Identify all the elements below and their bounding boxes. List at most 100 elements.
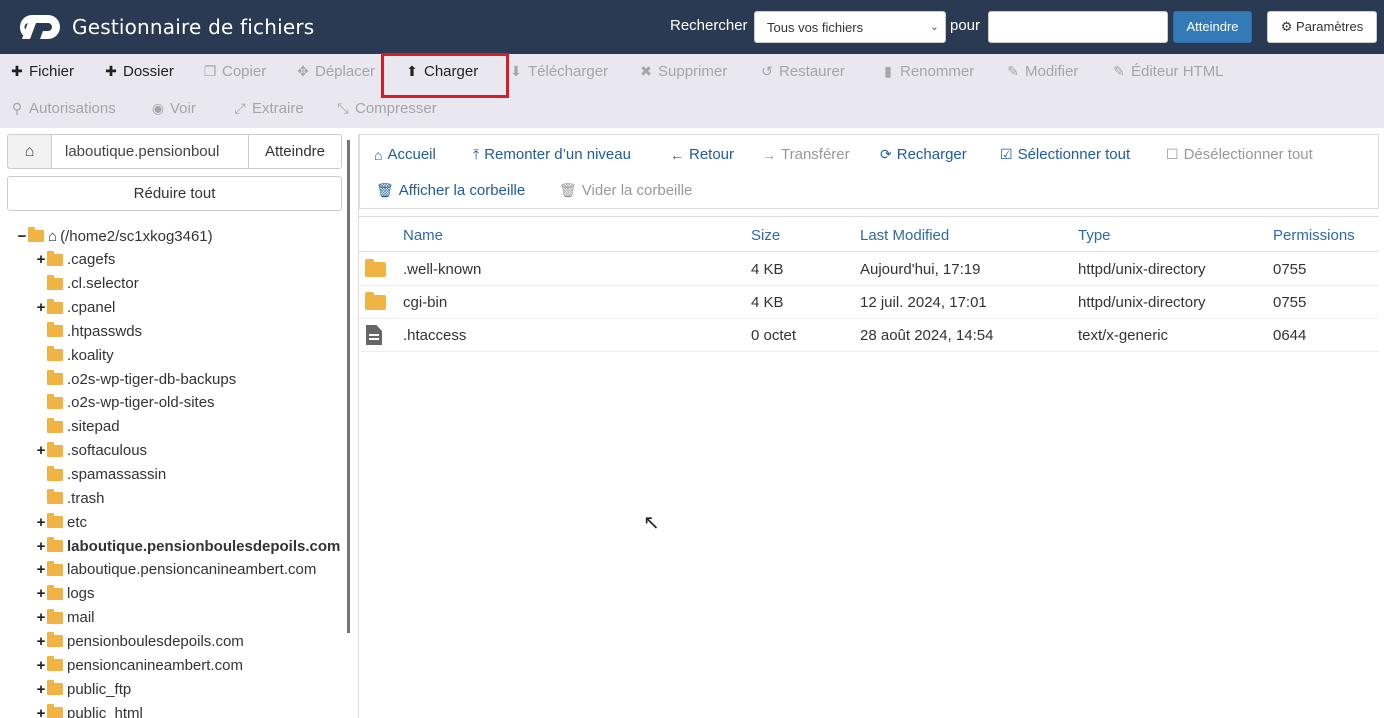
expand-icon[interactable]: + [35,705,47,718]
expand-icon[interactable]: + [35,251,47,268]
collapse-all-button[interactable]: Réduire tout [7,176,342,211]
expand-icon: ⤢ [234,100,246,116]
folder-icon [365,259,386,277]
tree-item[interactable]: + public_html [35,701,143,718]
file-permissions: 0644 [1273,327,1307,344]
expand-icon[interactable]: + [35,657,47,674]
table-row[interactable]: .well-known 4 KB Aujourd'hui, 17:19 http… [359,253,1379,286]
tree-item[interactable]: .htpasswds [35,319,142,343]
home-nav-button[interactable]: ⌂ Accueil [374,146,436,163]
move-button[interactable]: ✥ Déplacer [296,63,375,80]
file-permissions: 0755 [1273,261,1307,278]
tree-item[interactable]: .o2s-wp-tiger-db-backups [35,367,236,391]
search-go-button[interactable]: Atteindre [1173,11,1252,43]
new-file-button[interactable]: ✚ Fichier [10,63,74,80]
tree-item[interactable]: + laboutique.pensionboulesdepoils.com [35,534,340,558]
tree-item[interactable]: .koality [35,343,114,367]
column-header-size[interactable]: Size [751,227,780,244]
tree-item-label: .cpanel [67,299,116,317]
tree-item-label: .cl.selector [67,275,139,293]
expand-icon[interactable]: + [35,538,47,555]
deselect-all-button[interactable]: ☐ Désélectionner tout [1166,146,1313,163]
tree-item[interactable]: + mail [35,606,95,630]
new-folder-button[interactable]: ✚ Dossier [104,63,174,80]
column-header-modified[interactable]: Last Modified [860,227,949,244]
upload-button[interactable]: ⬆ Charger [405,63,478,80]
tree-item[interactable]: + .softaculous [35,439,147,463]
show-trash-button[interactable]: 🗑 Afficher la corbeille [376,182,525,199]
tree-item[interactable]: + .cpanel [35,296,115,320]
file-list-pane: ⌂ Accueil ⤒ Remonter d’un niveau ← Retour →… [358,134,1379,718]
tree-item[interactable]: .sitepad [35,415,120,439]
download-label: Télécharger [528,63,609,80]
table-row[interactable]: cgi-bin 4 KB 12 juil. 2024, 17:01 httpd/… [359,286,1379,319]
tree-item-label: laboutique.pensioncanineambert.com [67,561,317,579]
expand-icon[interactable]: + [35,442,47,459]
compress-label: Compresser [355,100,437,117]
select-all-button[interactable]: ☑ Sélectionner tout [1000,146,1130,163]
folder-icon [47,656,63,672]
compress-button[interactable]: ⤡ Compresser [336,100,437,117]
tree-root-item[interactable]: − ⌂ (/home2/sc1xkog3461) [16,224,213,248]
search-scope-select[interactable]: Tous vos fichiers ⌄ [754,11,946,43]
view-button[interactable]: ◉ Voir [151,100,196,117]
reload-button[interactable]: ⟳ Recharger [880,146,967,163]
tree-item[interactable]: .trash [35,486,105,510]
column-header-type[interactable]: Type [1078,227,1111,244]
tree-item[interactable]: + public_ftp [35,677,131,701]
back-button[interactable]: ← Retour [670,146,734,163]
file-name: cgi-bin [403,294,448,311]
folder-icon [47,704,63,718]
expand-icon[interactable]: + [35,681,47,698]
tree-item[interactable]: .cl.selector [35,272,139,296]
tree-item[interactable]: + logs [35,582,95,606]
path-input[interactable]: laboutique.pensionboul [51,134,249,169]
folder-icon [47,346,63,362]
download-button[interactable]: ⬇ Télécharger [509,63,608,80]
permissions-button[interactable]: ⚲ Autorisations [10,100,116,117]
copy-icon: ❐ [203,63,217,79]
tree-item[interactable]: .spamassassin [35,463,166,487]
folder-icon [47,465,63,481]
column-header-permissions[interactable]: Permissions [1273,227,1355,244]
copy-button[interactable]: ❐ Copier [203,63,266,80]
expand-icon[interactable]: + [35,561,47,578]
column-header-name[interactable]: Name [403,227,443,244]
path-go-button[interactable]: Atteindre [248,134,342,169]
table-row[interactable]: .htaccess 0 octet 28 août 2024, 14:54 te… [359,319,1379,352]
rename-button[interactable]: ▮ Renommer [881,63,974,80]
tree-home-button[interactable]: ⌂ [7,134,52,169]
tree-item[interactable]: + .cagefs [35,248,115,272]
tree-scrollbar[interactable] [347,140,350,633]
search-input[interactable] [988,11,1168,43]
expand-icon[interactable]: + [35,609,47,626]
tree-item[interactable]: + pensioncanineambert.com [35,653,243,677]
forward-button[interactable]: → Transférer [762,146,850,163]
extract-button[interactable]: ⤢ Extraire [233,100,303,117]
delete-button[interactable]: ✖ Supprimer [639,63,727,80]
tree-item[interactable]: + laboutique.pensioncanineambert.com [35,558,316,582]
tree-item-label: .o2s-wp-tiger-db-backups [67,370,237,388]
edit-button[interactable]: ✎ Modifier [1006,63,1078,80]
expand-icon[interactable]: + [35,514,47,531]
html-editor-button[interactable]: ✎ Éditeur HTML [1112,63,1223,80]
tree-item[interactable]: + pensionboulesdepoils.com [35,629,244,653]
expand-icon[interactable]: + [35,585,47,602]
settings-button[interactable]: ⚙ Paramètres [1267,11,1377,43]
expand-icon[interactable]: + [35,633,47,650]
collapse-icon[interactable]: − [16,228,28,245]
home-icon: ⌂ [24,143,35,160]
file-size: 0 octet [751,327,797,344]
mouse-cursor-icon: ↖ [643,512,660,534]
folder-icon [47,250,63,266]
pencil-icon: ✎ [1007,63,1019,79]
plus-icon: ✚ [105,63,117,79]
up-level-button[interactable]: ⤒ Remonter d’un niveau [473,146,631,163]
tree-item[interactable]: .o2s-wp-tiger-old-sites [35,391,215,415]
tree-item-label: .o2s-wp-tiger-old-sites [67,394,215,412]
tree-item[interactable]: + etc [35,510,87,534]
empty-trash-button[interactable]: 🗑 Vider la corbeille [559,182,692,199]
level-up-icon: ⤒ [473,146,480,162]
restore-button[interactable]: ↺ Restaurer [760,63,845,80]
expand-icon[interactable]: + [35,299,47,316]
